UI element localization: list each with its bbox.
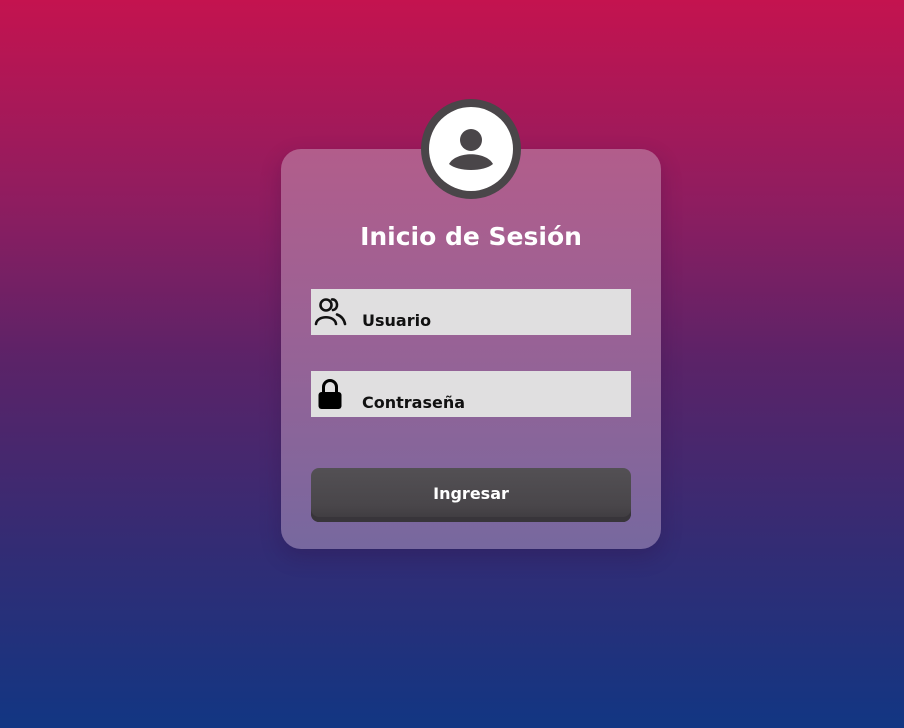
- submit-button[interactable]: Ingresar: [311, 468, 631, 522]
- users-icon: [314, 298, 347, 326]
- username-field[interactable]: Usuario: [311, 289, 631, 335]
- page-title: Inicio de Sesión: [360, 222, 582, 251]
- password-field[interactable]: Contraseña: [311, 371, 631, 417]
- user-avatar-icon: [449, 129, 493, 170]
- lock-icon: [318, 379, 342, 409]
- password-label: Contraseña: [362, 393, 466, 412]
- username-label: Usuario: [362, 311, 432, 330]
- avatar-circle: [429, 107, 513, 191]
- avatar: [421, 99, 521, 199]
